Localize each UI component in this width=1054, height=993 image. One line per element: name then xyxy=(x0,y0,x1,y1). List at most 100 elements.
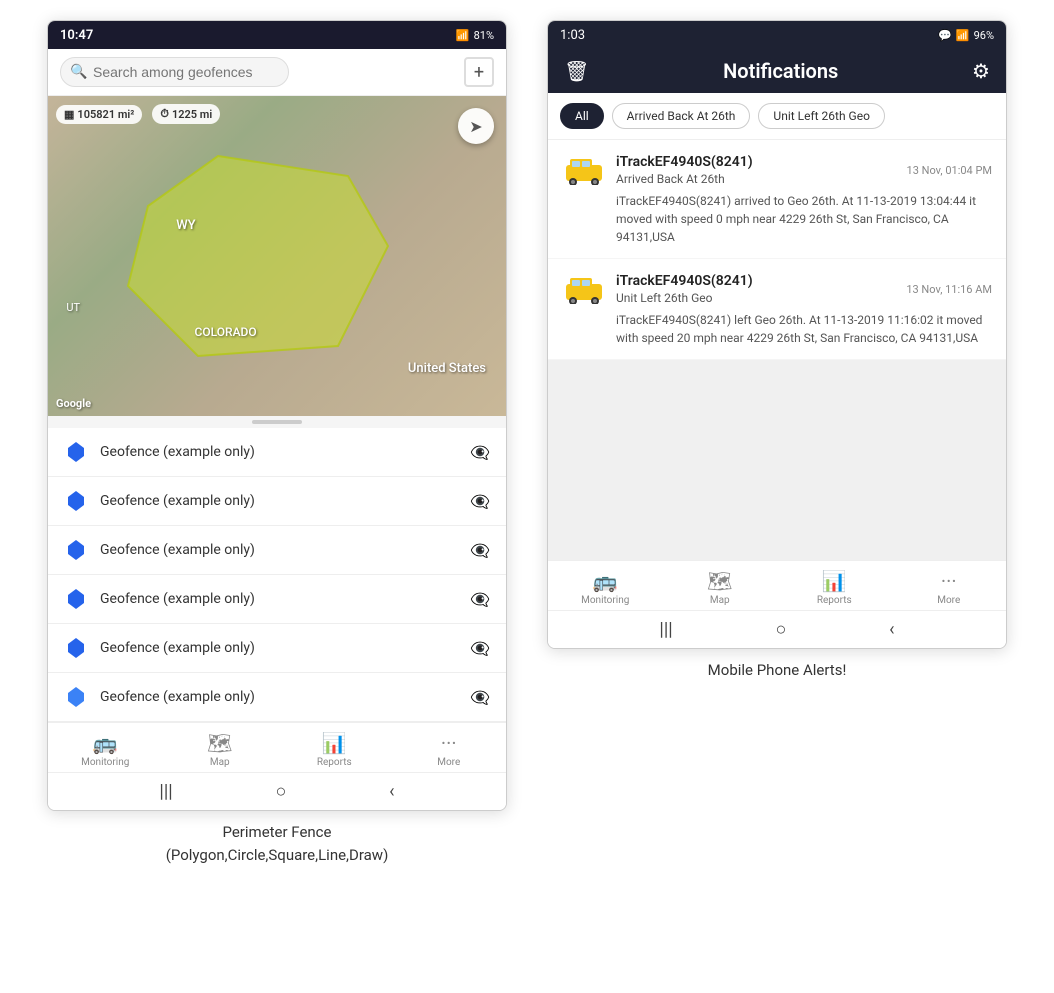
map-label-wy: WY xyxy=(176,218,195,233)
google-logo: Google xyxy=(56,397,91,410)
search-wrapper: 🔍 xyxy=(60,57,456,87)
right-status-bar: 1:03 💬 📶 96% xyxy=(548,21,1006,49)
geofence-polygon xyxy=(118,146,398,366)
filter-arrived[interactable]: Arrived Back At 26th xyxy=(612,103,751,129)
nav-map-label: Map xyxy=(210,757,230,768)
right-android-back-btn[interactable]: ‹ xyxy=(889,619,894,640)
right-android-recent-btn[interactable]: ||| xyxy=(659,619,672,640)
map-label-ut: UT xyxy=(66,301,80,314)
eye-slash-icon-4[interactable]: 👁‍🗨 xyxy=(470,639,490,658)
android-recent-btn[interactable]: ||| xyxy=(159,781,172,802)
geofence-item[interactable]: Geofence (example only) 👁‍🗨 xyxy=(48,428,506,477)
geofence-name-1: Geofence (example only) xyxy=(100,493,458,509)
car-avatar-0 xyxy=(562,152,606,188)
right-nav-map[interactable]: 🗺 Map xyxy=(663,569,778,606)
nav-more[interactable]: ··· More xyxy=(392,731,507,768)
notif-event-1: Unit Left 26th Geo xyxy=(616,291,896,305)
nav-reports-label: Reports xyxy=(317,757,352,768)
map-area[interactable]: ▦ 105821 mi² ⏱ 1225 mi WY UT COLORADO Un… xyxy=(48,96,506,416)
notif-device-0: iTrackEF4940S(8241) xyxy=(616,154,897,170)
right-android-nav: ||| ○ ‹ xyxy=(548,610,1006,648)
map-label-co: COLORADO xyxy=(195,325,257,339)
map-icon: 🗺 xyxy=(207,731,232,755)
right-bottom-nav: 🚌 Monitoring 🗺 Map 📊 Reports ··· More xyxy=(548,560,1006,610)
right-caption: Mobile Phone Alerts! xyxy=(708,659,847,682)
notif-body-0: iTrackEF4940S(8241) arrived to Geo 26th.… xyxy=(562,192,992,246)
android-back-btn[interactable]: ‹ xyxy=(389,781,394,802)
filter-row: All Arrived Back At 26th Unit Left 26th … xyxy=(548,93,1006,140)
notif-title-row-1: iTrackEF4940S(8241) Unit Left 26th Geo xyxy=(616,273,896,305)
notif-device-1: iTrackEF4940S(8241) xyxy=(616,273,896,289)
geofence-item[interactable]: Geofence (example only) 👁‍🗨 xyxy=(48,477,506,526)
map-background: ▦ 105821 mi² ⏱ 1225 mi WY UT COLORADO Un… xyxy=(48,96,506,416)
car-icon-0 xyxy=(562,155,606,185)
right-battery-icon: 96% xyxy=(974,29,994,42)
search-input[interactable] xyxy=(60,57,289,87)
notification-card-0[interactable]: iTrackEF4940S(8241) Arrived Back At 26th… xyxy=(548,140,1006,258)
notif-body-1: iTrackEF4940S(8241) left Geo 26th. At 11… xyxy=(562,311,992,347)
map-country-label: United States xyxy=(408,361,486,376)
geofence-name-0: Geofence (example only) xyxy=(100,444,458,460)
right-nav-map-label: Map xyxy=(710,595,730,606)
chat-icon: 💬 xyxy=(938,29,952,42)
notification-list: iTrackEF4940S(8241) Arrived Back At 26th… xyxy=(548,140,1006,560)
eye-slash-icon-2[interactable]: 👁‍🗨 xyxy=(470,541,490,560)
eye-slash-icon-0[interactable]: 👁‍🗨 xyxy=(470,443,490,462)
notif-timestamp-0: 13 Nov, 01:04 PM xyxy=(907,164,992,177)
nav-reports[interactable]: 📊 Reports xyxy=(277,731,392,768)
right-reports-icon: 📊 xyxy=(822,569,847,593)
right-nav-more-label: More xyxy=(937,595,960,606)
notification-card-1[interactable]: iTrackEF4940S(8241) Unit Left 26th Geo 1… xyxy=(548,259,1006,359)
filter-all[interactable]: All xyxy=(560,103,604,129)
right-more-icon: ··· xyxy=(941,569,957,593)
nav-monitoring-label: Monitoring xyxy=(81,757,129,768)
more-icon: ··· xyxy=(441,731,457,755)
right-wifi-icon: 📶 xyxy=(956,29,970,42)
left-status-bar: 10:47 📶 81% xyxy=(48,21,506,49)
map-stat-distance: ⏱ 1225 mi xyxy=(152,104,220,124)
reports-icon: 📊 xyxy=(322,731,347,755)
car-icon-1 xyxy=(562,274,606,304)
car-avatar-1 xyxy=(562,271,606,307)
empty-gray-area xyxy=(548,360,1006,560)
battery-icon: 81% xyxy=(474,29,494,42)
geofence-icon-4 xyxy=(64,636,88,660)
trash-icon[interactable]: 🗑 xyxy=(564,59,589,83)
geofence-name-2: Geofence (example only) xyxy=(100,542,458,558)
geofence-icon-0 xyxy=(64,440,88,464)
geofence-icon-1 xyxy=(64,489,88,513)
nav-map[interactable]: 🗺 Map xyxy=(163,731,278,768)
add-geofence-button[interactable]: + xyxy=(464,57,494,87)
wifi-icon: 📶 xyxy=(456,29,470,42)
right-monitoring-icon: 🚌 xyxy=(593,569,618,593)
eye-slash-icon-1[interactable]: 👁‍🗨 xyxy=(470,492,490,511)
right-android-home-btn[interactable]: ○ xyxy=(775,619,786,640)
right-nav-monitoring-label: Monitoring xyxy=(581,595,629,606)
right-phone-screen: 1:03 💬 📶 96% 🗑 Notifications ⚙ All Arriv… xyxy=(547,20,1007,682)
android-home-btn[interactable]: ○ xyxy=(275,781,286,802)
notifications-title: Notifications xyxy=(723,59,838,83)
notif-event-0: Arrived Back At 26th xyxy=(616,172,897,186)
right-nav-reports[interactable]: 📊 Reports xyxy=(777,569,892,606)
geofence-item[interactable]: Geofence (example only) 👁‍🗨 xyxy=(48,575,506,624)
filter-unit-left[interactable]: Unit Left 26th Geo xyxy=(758,103,885,129)
geofence-item[interactable]: Geofence (example only) 👁‍🗨 xyxy=(48,526,506,575)
eye-slash-icon-3[interactable]: 👁‍🗨 xyxy=(470,590,490,609)
eye-slash-icon-5[interactable]: 👁‍🗨 xyxy=(470,688,490,707)
geofence-item[interactable]: Geofence (example only) 👁‍🗨 xyxy=(48,673,506,722)
right-nav-monitoring[interactable]: 🚌 Monitoring xyxy=(548,569,663,606)
notif-card-header-0: iTrackEF4940S(8241) Arrived Back At 26th… xyxy=(562,152,992,188)
right-nav-more[interactable]: ··· More xyxy=(892,569,1007,606)
settings-icon[interactable]: ⚙ xyxy=(972,59,990,83)
geofence-list: Geofence (example only) 👁‍🗨 Geofence (ex… xyxy=(48,428,506,722)
search-icon: 🔍 xyxy=(70,64,87,80)
nav-monitoring[interactable]: 🚌 Monitoring xyxy=(48,731,163,768)
map-stats: ▦ 105821 mi² ⏱ 1225 mi xyxy=(56,104,220,124)
right-status-icons: 💬 📶 96% xyxy=(938,29,994,42)
geofence-name-4: Geofence (example only) xyxy=(100,640,458,656)
geofence-name-5: Geofence (example only) xyxy=(100,689,458,705)
geofence-icon-3 xyxy=(64,587,88,611)
compass-button[interactable]: ➤ xyxy=(458,108,494,144)
geofence-item[interactable]: Geofence (example only) 👁‍🗨 xyxy=(48,624,506,673)
geofence-screen-frame: 10:47 📶 81% 🔍 + xyxy=(47,20,507,811)
